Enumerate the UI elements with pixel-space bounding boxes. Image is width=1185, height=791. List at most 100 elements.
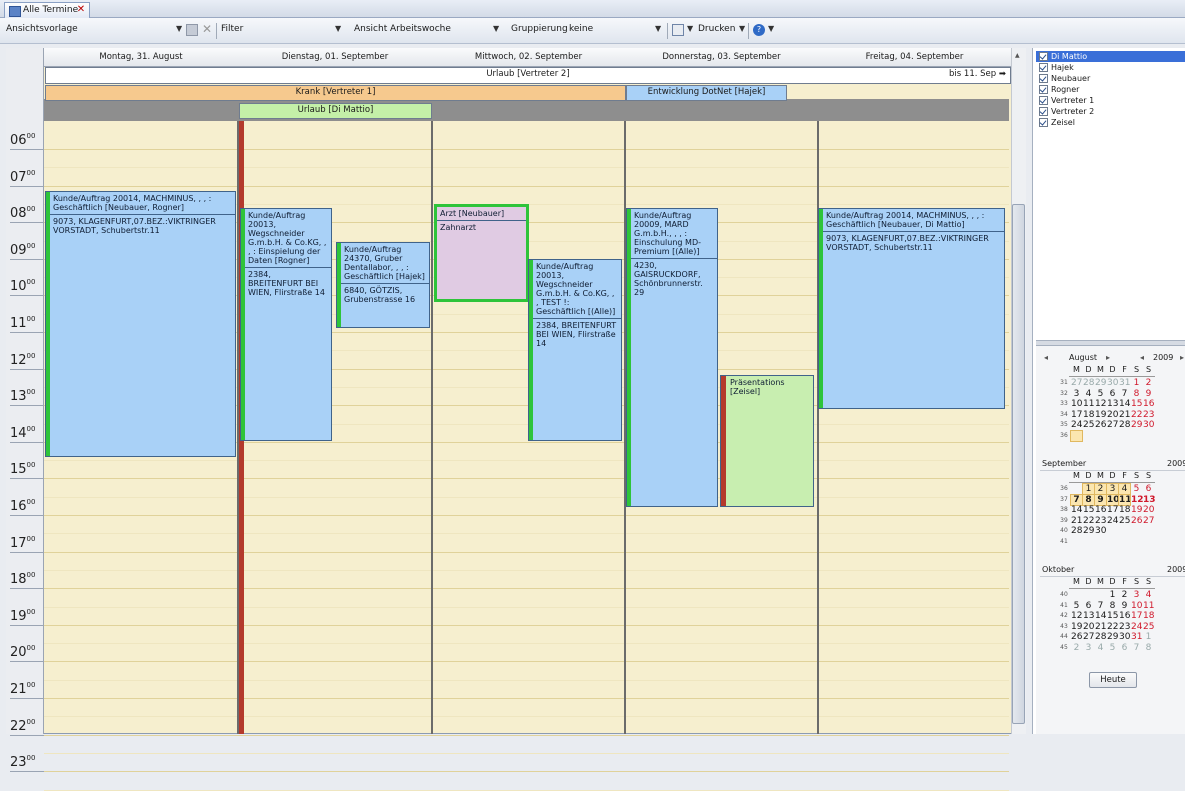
mini-calendar-day[interactable]: 29: [1083, 526, 1094, 536]
mini-calendar-day[interactable]: [1071, 484, 1082, 494]
mini-calendar-day[interactable]: 16: [1119, 611, 1130, 621]
mini-calendar-day[interactable]: 12: [1071, 611, 1082, 621]
checkbox-checked-icon[interactable]: [1039, 63, 1048, 72]
delete-icon[interactable]: ✕: [201, 23, 213, 36]
appointment-mon-kunde-20014[interactable]: Kunde/Auftrag 20014, MACHMINUS, , , : Ge…: [45, 191, 236, 457]
mini-calendar-day[interactable]: 15: [1131, 399, 1142, 409]
mini-calendar-day[interactable]: 5: [1131, 484, 1142, 494]
mini-calendar-day[interactable]: 12: [1095, 399, 1106, 409]
mini-calendar-day[interactable]: 26: [1131, 516, 1142, 526]
mini-calendar-day[interactable]: 5: [1071, 601, 1082, 611]
mini-calendar-day[interactable]: 14: [1119, 399, 1130, 409]
mini-calendar-day[interactable]: 4: [1143, 590, 1154, 600]
day-header-thursday[interactable]: Donnerstag, 03. September: [625, 48, 819, 67]
mini-calendar-day[interactable]: 2: [1071, 643, 1082, 653]
mini-calendar-day[interactable]: 13: [1107, 399, 1118, 409]
prev-month-icon[interactable]: ◂: [1044, 352, 1048, 364]
mini-calendar-day[interactable]: 31: [1070, 430, 1083, 442]
chevron-down-icon[interactable]: ▼: [493, 24, 499, 33]
mini-calendar-day[interactable]: 31: [1119, 378, 1130, 388]
mini-calendar-day[interactable]: [1143, 537, 1154, 547]
mini-calendar-day[interactable]: [1119, 431, 1130, 441]
mini-calendar-day[interactable]: 10: [1071, 399, 1082, 409]
checkbox-checked-icon[interactable]: [1039, 85, 1048, 94]
mini-calendar-day[interactable]: 24: [1107, 516, 1118, 526]
mini-calendar-day[interactable]: 30: [1119, 632, 1130, 642]
mini-calendar-day[interactable]: [1119, 526, 1130, 536]
mini-calendar-day[interactable]: 11: [1118, 493, 1132, 506]
mini-calendar-day[interactable]: 20: [1143, 505, 1154, 515]
appointment-wed-arzt[interactable]: Arzt [Neubauer] Zahnarzt: [434, 204, 529, 302]
mini-calendar-month[interactable]: August: [1069, 352, 1097, 364]
mini-calendar-day[interactable]: 27: [1083, 632, 1094, 642]
mini-calendar-day[interactable]: 3: [1083, 643, 1094, 653]
mini-calendar-day[interactable]: 2: [1143, 378, 1154, 388]
mini-calendar-day[interactable]: [1107, 431, 1118, 441]
mini-calendar-day[interactable]: 3: [1106, 483, 1119, 495]
mini-calendar-day[interactable]: 5: [1107, 643, 1118, 653]
mini-calendar-day[interactable]: 8: [1082, 493, 1095, 506]
appointment-wed-kunde-20013[interactable]: Kunde/Auftrag 20013, Wegschneider G.m.b.…: [528, 259, 622, 441]
grouping-value[interactable]: keine: [569, 24, 593, 34]
appointment-thu-praesentation[interactable]: Präsentations [Zeisel]: [720, 375, 814, 507]
mini-calendar-day[interactable]: 3: [1071, 389, 1082, 399]
allday-event-urlaub-dimattio[interactable]: Urlaub [Di Mattio]: [239, 103, 432, 119]
checkbox-checked-icon[interactable]: [1039, 52, 1048, 61]
close-icon[interactable]: ✕: [75, 4, 87, 16]
chevron-down-icon[interactable]: ▼: [655, 24, 661, 33]
mini-calendar-day[interactable]: 24: [1071, 420, 1082, 430]
prev-year-icon[interactable]: ◂: [1140, 352, 1144, 364]
mini-calendar-day[interactable]: 1: [1107, 590, 1118, 600]
mini-calendar-day[interactable]: 2: [1119, 590, 1130, 600]
mini-calendar-day[interactable]: [1071, 590, 1082, 600]
mini-calendar-day[interactable]: 13: [1143, 495, 1156, 505]
mini-calendar-day[interactable]: 17: [1131, 611, 1142, 621]
mini-calendar-day[interactable]: 6: [1083, 601, 1094, 611]
mini-calendar-day[interactable]: 7: [1095, 601, 1106, 611]
chevron-down-icon[interactable]: ▼: [335, 24, 341, 33]
mini-calendar-day[interactable]: 3: [1131, 590, 1142, 600]
mini-calendar-day[interactable]: 31: [1131, 632, 1142, 642]
mini-calendar-day[interactable]: 30: [1143, 420, 1154, 430]
chevron-down-icon[interactable]: ▼: [176, 24, 182, 33]
mini-calendar-day[interactable]: 9: [1094, 493, 1107, 506]
mini-calendar-day[interactable]: 10: [1131, 601, 1142, 611]
mini-calendar-month[interactable]: September: [1042, 458, 1086, 470]
mini-calendar-day[interactable]: 20: [1107, 410, 1118, 420]
mini-calendar-day[interactable]: 26: [1071, 632, 1082, 642]
mini-calendar-day[interactable]: 11: [1083, 399, 1094, 409]
mini-calendar-day[interactable]: 6: [1143, 484, 1154, 494]
mini-calendar-day[interactable]: 14: [1071, 505, 1082, 515]
resource-item[interactable]: Vertreter 2: [1036, 106, 1185, 117]
mini-calendar-day[interactable]: 21: [1071, 516, 1082, 526]
mini-calendar-year[interactable]: 2009: [1167, 564, 1185, 576]
mini-calendar-day[interactable]: [1095, 537, 1106, 547]
mini-calendar-day[interactable]: 1: [1143, 632, 1154, 642]
chevron-down-icon[interactable]: ▼: [687, 24, 693, 33]
chevron-down-icon[interactable]: ▼: [768, 24, 774, 33]
mini-calendar-day[interactable]: 14: [1095, 611, 1106, 621]
mini-calendar-day[interactable]: 29: [1095, 378, 1106, 388]
mini-calendar-day[interactable]: [1083, 590, 1094, 600]
mini-calendar-day[interactable]: 1: [1082, 483, 1095, 495]
mini-calendar-day[interactable]: 22: [1107, 622, 1118, 632]
mini-calendar-day[interactable]: 22: [1131, 410, 1142, 420]
mini-calendar-day[interactable]: 26: [1095, 420, 1106, 430]
mini-calendar-day[interactable]: 13: [1083, 611, 1094, 621]
day-header-wednesday[interactable]: Mittwoch, 02. September: [432, 48, 626, 67]
mini-calendar-day[interactable]: 9: [1119, 601, 1130, 611]
day-header-tuesday[interactable]: Dienstag, 01. September: [238, 48, 433, 67]
mini-calendar-day[interactable]: 25: [1119, 516, 1130, 526]
mini-calendar-day[interactable]: 7: [1119, 389, 1130, 399]
mini-calendar-day[interactable]: 28: [1095, 632, 1106, 642]
mini-calendar-day[interactable]: 19: [1131, 505, 1142, 515]
help-icon[interactable]: ?: [753, 24, 765, 36]
appointment-fri-kunde-20014[interactable]: Kunde/Auftrag 20014, MACHMINUS, , , : Ge…: [818, 208, 1005, 409]
mini-calendar-day[interactable]: 6: [1119, 643, 1130, 653]
tab-alle-termine[interactable]: Alle Termine ✕: [4, 2, 90, 18]
mini-calendar-day[interactable]: 8: [1107, 601, 1118, 611]
mini-calendar-day[interactable]: 7: [1131, 643, 1142, 653]
mini-calendar-day[interactable]: 21: [1095, 622, 1106, 632]
mini-calendar-day[interactable]: 17: [1071, 410, 1082, 420]
checkbox-checked-icon[interactable]: [1039, 118, 1048, 127]
